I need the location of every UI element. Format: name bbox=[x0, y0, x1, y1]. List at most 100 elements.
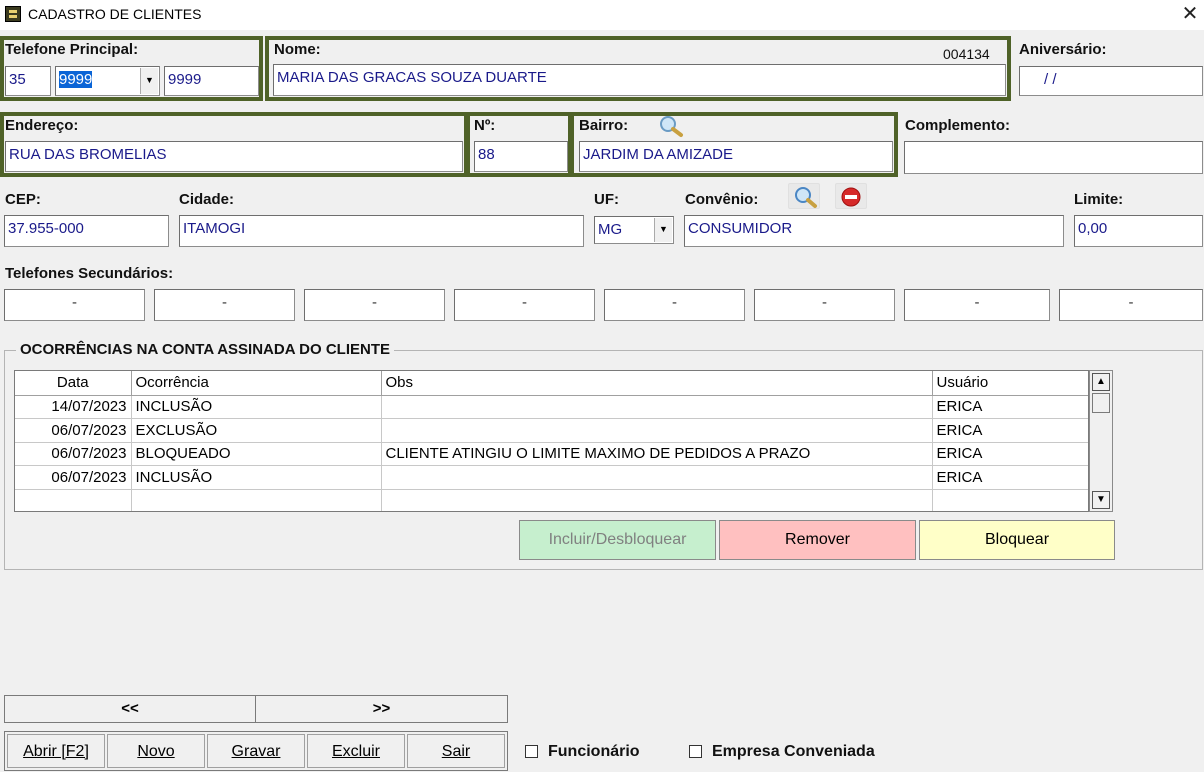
table-row[interactable]: 06/07/2023 BLOQUEADO CLIENTE ATINGIU O L… bbox=[15, 442, 1088, 466]
magnifier-icon bbox=[660, 116, 683, 137]
novo-button[interactable]: Novo bbox=[107, 734, 205, 768]
table-row[interactable]: 06/07/2023 EXCLUSÃO ERICA bbox=[15, 418, 1088, 443]
red-minus-icon bbox=[841, 187, 861, 207]
table-row[interactable] bbox=[15, 489, 1088, 511]
cell-ocorrencia: INCLUSÃO bbox=[131, 395, 382, 419]
uf-dropdown[interactable]: MG ▼ bbox=[594, 216, 674, 244]
convenio-search-button[interactable] bbox=[788, 183, 820, 209]
table-header: Data Ocorrência Obs Usuário bbox=[15, 371, 1088, 396]
cell-usuario: ERICA bbox=[932, 465, 1088, 490]
scroll-up-icon[interactable]: ▲ bbox=[1092, 373, 1110, 391]
ocorrencias-table[interactable]: Data Ocorrência Obs Usuário 14/07/2023 I… bbox=[14, 370, 1089, 512]
chevron-down-icon[interactable]: ▼ bbox=[654, 218, 672, 242]
telefone-secundario-field[interactable]: - bbox=[604, 289, 745, 321]
funcionario-checkbox[interactable] bbox=[525, 745, 538, 758]
table-scrollbar[interactable]: ▲ ▼ bbox=[1089, 370, 1113, 512]
telefone-secundario-field[interactable]: - bbox=[304, 289, 445, 321]
gravar-button[interactable]: Gravar bbox=[207, 734, 305, 768]
cell-usuario bbox=[932, 489, 1088, 511]
telefones-secundarios-label: Telefones Secundários: bbox=[5, 265, 174, 282]
convenio-field[interactable]: CONSUMIDOR bbox=[684, 215, 1064, 247]
funcionario-label: Funcionário bbox=[548, 743, 640, 760]
telefone-secundario-field[interactable]: - bbox=[454, 289, 595, 321]
previous-record-button[interactable]: << bbox=[5, 696, 256, 722]
column-header-ocorrencia[interactable]: Ocorrência bbox=[131, 371, 382, 396]
next-record-button[interactable]: >> bbox=[256, 696, 507, 722]
excluir-button[interactable]: Excluir bbox=[307, 734, 405, 768]
scroll-thumb[interactable] bbox=[1092, 393, 1110, 413]
telefone-principal-label: Telefone Principal: bbox=[5, 41, 139, 58]
abrir-label: Abrir [F2] bbox=[23, 743, 89, 760]
cell-ocorrencia: BLOQUEADO bbox=[131, 442, 382, 466]
bairro-label: Bairro: bbox=[579, 117, 629, 134]
scroll-down-icon[interactable]: ▼ bbox=[1092, 491, 1110, 509]
bloquear-button[interactable]: Bloquear bbox=[919, 520, 1115, 560]
close-icon[interactable]: ✕ bbox=[1178, 2, 1202, 26]
cep-field[interactable]: 37.955-000 bbox=[4, 215, 169, 247]
chevron-down-icon[interactable]: ▼ bbox=[140, 68, 158, 94]
action-toolbar: Abrir [F2] Novo Gravar Excluir Sair bbox=[4, 731, 508, 771]
cell-usuario: ERICA bbox=[932, 442, 1088, 466]
column-header-usuario[interactable]: Usuário bbox=[932, 371, 1088, 396]
cell-ocorrencia bbox=[131, 489, 382, 511]
bairro-search-button[interactable] bbox=[654, 113, 688, 139]
convenio-clear-button[interactable] bbox=[835, 183, 867, 209]
convenio-label: Convênio: bbox=[685, 191, 759, 208]
nome-field[interactable]: MARIA DAS GRACAS SOUZA DUARTE bbox=[273, 64, 1006, 96]
record-navigator: << >> bbox=[4, 695, 508, 723]
cell-data: 06/07/2023 bbox=[15, 442, 132, 466]
complemento-field[interactable] bbox=[904, 141, 1203, 174]
cell-data bbox=[15, 489, 132, 511]
cell-data: 06/07/2023 bbox=[15, 418, 132, 443]
limite-field[interactable]: 0,00 bbox=[1074, 215, 1203, 247]
cidade-label: Cidade: bbox=[179, 191, 235, 208]
magnifier-icon bbox=[795, 187, 817, 208]
cell-obs bbox=[381, 418, 933, 443]
cell-obs bbox=[381, 489, 933, 511]
endereco-label: Endereço: bbox=[5, 117, 79, 134]
window-title: CADASTRO DE CLIENTES bbox=[28, 6, 202, 22]
sair-label: Sair bbox=[441, 743, 471, 760]
telefone-secundario-field[interactable]: - bbox=[4, 289, 145, 321]
incluir-desbloquear-button[interactable]: Incluir/Desbloquear bbox=[519, 520, 716, 560]
telefone-secundario-field[interactable]: - bbox=[754, 289, 895, 321]
app-icon bbox=[5, 6, 21, 22]
cell-ocorrencia: INCLUSÃO bbox=[131, 465, 382, 490]
aniversario-label: Aniversário: bbox=[1019, 41, 1107, 58]
telefone-secundario-field[interactable]: - bbox=[904, 289, 1050, 321]
cidade-field[interactable]: ITAMOGI bbox=[179, 215, 584, 247]
table-row[interactable]: 06/07/2023 INCLUSÃO ERICA bbox=[15, 465, 1088, 490]
cell-obs bbox=[381, 395, 933, 419]
numero-field[interactable]: 88 bbox=[474, 141, 568, 172]
bairro-field[interactable]: JARDIM DA AMIZADE bbox=[579, 141, 893, 172]
empresa-conveniada-label: Empresa Conveniada bbox=[712, 743, 875, 760]
gravar-label: Gravar bbox=[231, 743, 281, 760]
complemento-label: Complemento: bbox=[905, 117, 1010, 134]
cell-usuario: ERICA bbox=[932, 418, 1088, 443]
novo-label: Novo bbox=[137, 743, 175, 760]
cell-obs bbox=[381, 465, 933, 490]
endereco-field[interactable]: RUA DAS BROMELIAS bbox=[5, 141, 463, 172]
excluir-label: Excluir bbox=[331, 743, 380, 760]
column-header-obs[interactable]: Obs bbox=[381, 371, 933, 396]
uf-label: UF: bbox=[594, 191, 619, 208]
nome-label: Nome: bbox=[274, 41, 321, 58]
prefix-dropdown[interactable]: 9999 ▼ bbox=[55, 66, 160, 96]
remover-button[interactable]: Remover bbox=[719, 520, 916, 560]
ddd-field[interactable]: 35 bbox=[5, 66, 51, 96]
aniversario-field[interactable]: / / bbox=[1019, 66, 1203, 96]
telefone-secundario-field[interactable]: - bbox=[1059, 289, 1203, 321]
column-header-data[interactable]: Data bbox=[15, 371, 132, 396]
cell-data: 14/07/2023 bbox=[15, 395, 132, 419]
cell-usuario: ERICA bbox=[932, 395, 1088, 419]
sair-button[interactable]: Sair bbox=[407, 734, 505, 768]
cell-obs: CLIENTE ATINGIU O LIMITE MAXIMO DE PEDID… bbox=[381, 442, 933, 466]
phone-number-field[interactable]: 9999 bbox=[164, 66, 259, 96]
numero-label: Nº: bbox=[474, 117, 496, 134]
cell-ocorrencia: EXCLUSÃO bbox=[131, 418, 382, 443]
abrir-button[interactable]: Abrir [F2] bbox=[7, 734, 105, 768]
telefone-secundario-field[interactable]: - bbox=[154, 289, 295, 321]
empresa-conveniada-checkbox[interactable] bbox=[689, 745, 702, 758]
table-row[interactable]: 14/07/2023 INCLUSÃO ERICA bbox=[15, 395, 1088, 419]
cell-data: 06/07/2023 bbox=[15, 465, 132, 490]
